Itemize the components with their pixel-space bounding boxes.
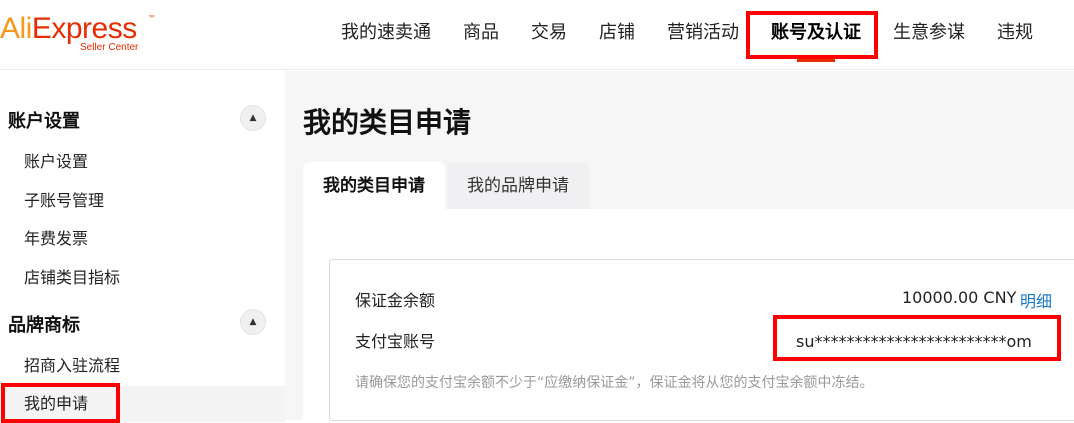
- tab-panel: 保证金余额 10000.00 CNY 明细 支付宝账号 su**********…: [303, 209, 1074, 421]
- nav-business-advisor[interactable]: 生意参谋: [877, 18, 981, 48]
- sidebar-item-sub-accounts[interactable]: 子账号管理: [0, 183, 285, 219]
- tab-category-application[interactable]: 我的类目申请: [303, 162, 445, 210]
- main-content: 我的类目申请 我的类目申请 我的品牌申请 保证金余额 10000.00 CNY …: [285, 71, 1074, 421]
- sidebar: 账户设置 ▲ 账户设置 子账号管理 年费发票 店铺类目指标 品牌商标 ▲ 招商入…: [0, 71, 285, 422]
- sidebar-item-account-settings[interactable]: 账户设置: [0, 144, 285, 180]
- top-header: AliExpress ™ Seller Center 我的速卖通 商品 交易 店…: [0, 0, 1074, 70]
- sidebar-group-brand-trademark[interactable]: 品牌商标 ▲: [0, 303, 285, 343]
- logo-express-text: Express: [31, 12, 137, 45]
- sidebar-item-annual-invoice[interactable]: 年费发票: [0, 221, 285, 257]
- sidebar-group-account-settings[interactable]: 账户设置 ▲: [0, 99, 285, 139]
- sidebar-group-title: 品牌商标: [8, 315, 80, 336]
- nav-products[interactable]: 商品: [447, 18, 515, 48]
- deposit-hint-text: 请确保您的支付宝余额不少于“应缴纳保证金”，保证金将从您的支付宝余额中冻结。: [355, 375, 874, 391]
- logo-subtitle: Seller Center: [80, 42, 139, 53]
- nav-transactions[interactable]: 交易: [515, 18, 583, 48]
- sidebar-item-store-category-metrics[interactable]: 店铺类目指标: [0, 260, 285, 296]
- deposit-label: 保证金余额: [355, 291, 436, 310]
- deposit-detail-link[interactable]: 明细: [1020, 288, 1052, 312]
- collapse-up-icon[interactable]: ▲: [240, 309, 266, 335]
- logo-ali-text: Ali: [0, 12, 32, 45]
- tab-bar: 我的类目申请 我的品牌申请: [303, 162, 591, 210]
- alipay-account-label: 支付宝账号: [355, 332, 436, 351]
- sidebar-item-merchant-onboarding[interactable]: 招商入驻流程: [0, 348, 285, 384]
- sidebar-group-title: 账户设置: [8, 111, 80, 132]
- logo-trademark: ™: [148, 14, 156, 23]
- collapse-up-icon[interactable]: ▲: [240, 105, 266, 131]
- nav-account-certification[interactable]: 账号及认证: [755, 18, 877, 62]
- deposit-card: 保证金余额 10000.00 CNY 明细 支付宝账号 su**********…: [329, 259, 1074, 421]
- nav-store[interactable]: 店铺: [583, 18, 651, 48]
- main-nav: 我的速卖通 商品 交易 店铺 营销活动 账号及认证 生意参谋 违规: [325, 0, 1049, 66]
- page-title: 我的类目申请: [303, 106, 472, 139]
- tab-brand-application[interactable]: 我的品牌申请: [447, 162, 589, 210]
- aliexpress-logo[interactable]: AliExpress ™ Seller Center: [0, 10, 160, 58]
- alipay-account-value: su************************om: [796, 332, 1032, 351]
- deposit-value: 10000.00 CNY: [902, 288, 1017, 307]
- nav-marketing[interactable]: 营销活动: [651, 18, 755, 48]
- nav-violations[interactable]: 违规: [981, 18, 1049, 48]
- nav-my-aliexpress[interactable]: 我的速卖通: [325, 18, 447, 48]
- sidebar-item-my-applications[interactable]: 我的申请: [0, 386, 285, 422]
- logo-wordmark: AliExpress: [0, 12, 137, 46]
